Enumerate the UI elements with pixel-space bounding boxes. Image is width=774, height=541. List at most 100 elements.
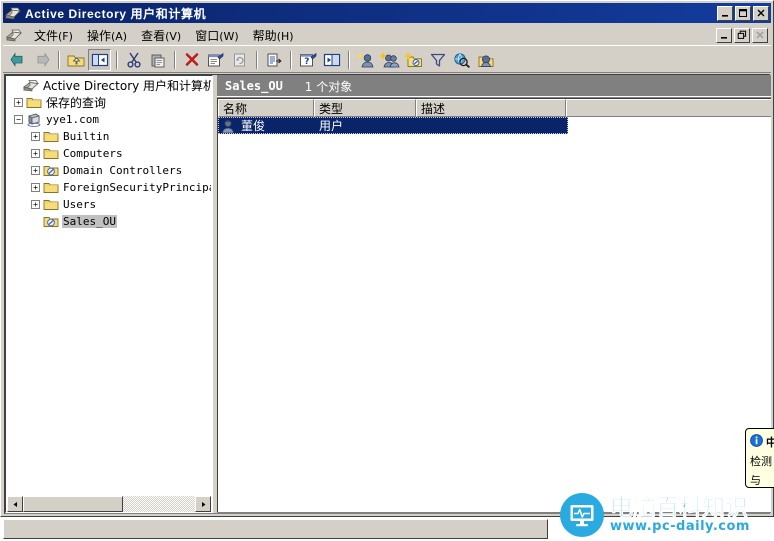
funnel-icon-button[interactable] [426, 49, 449, 71]
tree-node-saved-queries[interactable]: + 保存的查询 [7, 94, 211, 111]
tree-toggle-expand[interactable]: + [31, 183, 40, 192]
tree-toggle-collapse[interactable]: − [14, 115, 23, 124]
watermark: 电脑百科知识 www.pc-daily.com [560, 492, 770, 538]
new-group-button[interactable] [378, 49, 401, 71]
balloon-line-2: 与 [750, 474, 761, 487]
folder-icon [43, 180, 59, 195]
menu-help[interactable]: 帮助(H) [246, 25, 301, 46]
notification-balloon[interactable]: 中 检测 与 [745, 428, 774, 488]
column-header-description[interactable]: 描述 [416, 99, 566, 117]
menu-help-mnemonic: (H) [276, 29, 294, 43]
details-list-view[interactable]: 名称 类型 描述 董俊 用户 [217, 98, 771, 512]
child-minimize-button[interactable] [716, 27, 732, 43]
new-ou-button[interactable] [402, 49, 425, 71]
menu-window[interactable]: 窗口(W) [188, 25, 245, 46]
user-icon [220, 118, 236, 134]
svg-text:?: ? [304, 57, 309, 67]
scroll-left-arrow-icon[interactable] [7, 496, 23, 512]
watermark-text: 电脑百科知识 www.pc-daily.com [610, 495, 750, 534]
find-globe-button[interactable] [450, 49, 473, 71]
tree-node-domain-controllers[interactable]: + Domain Controllers [7, 162, 211, 179]
tree-toggle-expand[interactable]: + [31, 166, 40, 175]
scroll-right-arrow-icon[interactable] [195, 496, 211, 512]
show-hide-tree-button[interactable] [88, 48, 111, 71]
monitor-pulse-icon [560, 493, 604, 537]
new-user-button[interactable] [354, 49, 377, 71]
tree-node-users[interactable]: + Users [7, 196, 211, 213]
title-bar: Active Directory 用户和计算机 [3, 3, 771, 23]
scrollbar-thumb[interactable] [23, 496, 123, 512]
column-header-row: 名称 类型 描述 [218, 99, 771, 117]
ou-folder-icon [43, 214, 59, 229]
menu-action-mnemonic: (A) [110, 29, 128, 43]
menu-bar: 文件(F) 操作(A) 查看(V) 窗口(W) 帮助(H) [3, 25, 771, 46]
list-row-user[interactable]: 董俊 用户 [218, 117, 771, 134]
column-header-description-label: 描述 [421, 101, 446, 116]
toolbar-separator [116, 50, 118, 69]
details-object-count: 1 个对象 [304, 79, 353, 94]
back-button[interactable] [6, 49, 29, 71]
tree-node-sales-ou[interactable]: Sales_OU [7, 213, 211, 230]
list-rows: 董俊 用户 [218, 117, 771, 134]
list-cell-name: 董俊 [241, 119, 266, 133]
cropped-status-bar: 。 [3, 519, 548, 539]
list-cell-type: 用户 [319, 119, 344, 133]
column-header-type[interactable]: 类型 [314, 99, 416, 117]
tree-node-domain-label: yye1.com [46, 113, 99, 126]
forward-button[interactable] [30, 49, 53, 71]
tree-node-foreign-security-principals-label: ForeignSecurityPrincipals [63, 181, 211, 194]
list-cell-description [418, 117, 568, 134]
properties-button[interactable] [204, 49, 227, 71]
tree-toggle-none [11, 81, 20, 90]
details-header-title: Sales_OU [225, 79, 283, 93]
child-window-controls [716, 27, 771, 43]
tree-node-saved-queries-label: 保存的查询 [46, 96, 107, 110]
copy-button[interactable] [146, 49, 169, 71]
tree-node-domain[interactable]: − yye1.com [7, 111, 211, 128]
view-pane-button[interactable] [320, 49, 343, 71]
close-button[interactable] [753, 5, 769, 21]
details-header-band: Sales_OU 1 个对象 [217, 76, 771, 97]
tree-node-computers[interactable]: + Computers [7, 145, 211, 162]
toolbar-separator [174, 50, 176, 69]
cut-button[interactable] [122, 49, 145, 71]
toolbar-separator [348, 50, 350, 69]
refresh-button[interactable] [228, 49, 251, 71]
tree-toggle-none [31, 217, 40, 226]
console-book-icon [5, 5, 21, 21]
column-header-filler[interactable] [566, 99, 771, 117]
domain-icon [26, 112, 42, 127]
tree-node-root[interactable]: Active Directory 用户和计算机 [7, 77, 211, 94]
folder-icon [43, 129, 59, 144]
folder-icon [43, 197, 59, 212]
minimize-button[interactable] [717, 5, 733, 21]
toolbar-separator [256, 50, 258, 69]
column-header-name-label: 名称 [223, 101, 248, 116]
menu-action[interactable]: 操作(A) [80, 25, 134, 46]
folder-icon [26, 95, 42, 110]
tree-toggle-expand[interactable]: + [31, 200, 40, 209]
tree-toggle-expand[interactable]: + [31, 132, 40, 141]
column-header-name[interactable]: 名称 [218, 99, 314, 117]
toolbar-separator [290, 50, 292, 69]
up-one-level-button[interactable] [64, 49, 87, 71]
list-row-selection[interactable]: 董俊 用户 [218, 117, 568, 134]
help-button[interactable]: ? [296, 49, 319, 71]
tree-horizontal-scrollbar[interactable] [7, 496, 211, 512]
menu-view[interactable]: 查看(V) [134, 25, 188, 46]
maximize-button[interactable] [735, 5, 751, 21]
tree-toggle-expand[interactable]: + [14, 98, 23, 107]
child-restore-button[interactable] [734, 27, 750, 43]
export-list-button[interactable] [262, 49, 285, 71]
menu-window-mnemonic: (W) [219, 29, 239, 43]
cropped-text-fragment: 。 [4, 530, 547, 538]
balloon-line-1: 检测 [750, 455, 772, 468]
scrollbar-track[interactable] [123, 496, 195, 512]
child-close-button[interactable] [752, 27, 768, 43]
delete-x-button[interactable] [180, 49, 203, 71]
tree-node-foreign-security-principals[interactable]: + ForeignSecurityPrincipals [7, 179, 211, 196]
tree-node-builtin[interactable]: + Builtin [7, 128, 211, 145]
menu-file[interactable]: 文件(F) [27, 25, 80, 46]
saved-query-button[interactable] [474, 49, 497, 71]
tree-toggle-expand[interactable]: + [31, 149, 40, 158]
